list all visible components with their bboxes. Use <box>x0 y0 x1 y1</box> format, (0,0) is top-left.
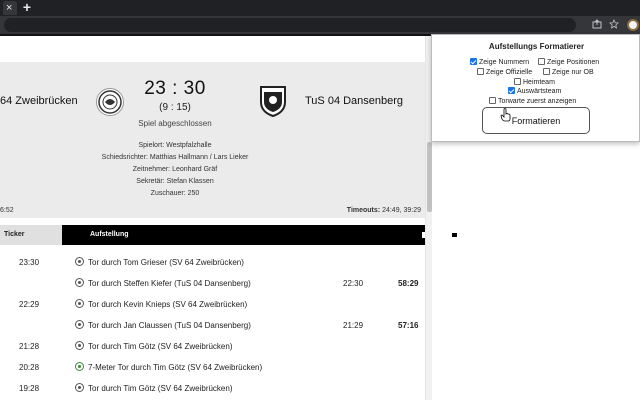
time-left: 6:52 <box>0 207 14 214</box>
option-label: Auswärtsteam <box>517 88 562 95</box>
ticker-text: Tor durch Tim Götz (SV 64 Zweibrücken) <box>88 384 233 393</box>
option-show-numbers[interactable]: Zeige Nummern <box>470 58 529 67</box>
ticker-text: Tor durch Tim Götz (SV 64 Zweibrücken) <box>88 342 233 351</box>
option-show-only-ob[interactable]: Zeige nur OB <box>543 68 594 77</box>
timeouts: Timeouts: 24:49, 39:29 <box>347 207 421 214</box>
ticker-match-time: 22:30 <box>343 279 364 288</box>
option-label: Zeige Nummern <box>479 59 530 66</box>
ticker-row: 19:28 Tor durch Tim Götz (SV 64 Zweibrück… <box>0 378 425 399</box>
scrollbar-thumb[interactable] <box>427 142 432 212</box>
ticker-time: 22:29 <box>19 300 40 309</box>
halftime-score: (9 : 15) <box>159 102 191 113</box>
popup-title: Aufstellungs Formatierer <box>488 42 585 51</box>
share-icon[interactable] <box>591 19 603 31</box>
ticker-time: 21:28 <box>19 342 40 351</box>
match-header: 64 Zweibrücken 23 : 30 (9 : 15) Spiel ab… <box>0 62 425 218</box>
ticker-row: Tor durch Steffen Kiefer (TuS 04 Dansenb… <box>0 273 425 294</box>
ticker-row: 22:29 Tor durch Kevin Knieps (SV 64 Zweib… <box>0 294 425 315</box>
penalty-icon <box>75 362 84 371</box>
info-referees: Schiedsrichter: Matthias Hallmann / Lars… <box>101 154 249 161</box>
star-icon[interactable] <box>608 18 620 31</box>
handball-icon <box>75 299 84 308</box>
home-team-logo <box>96 88 124 116</box>
ticker-row: 21:28 Tor durch Tim Götz (SV 64 Zweibrück… <box>0 336 425 357</box>
content-tabs: Ticker Aufstellung <box>0 225 458 245</box>
browser-tab[interactable]: × <box>3 1 17 15</box>
ticker-row: Tor durch Jan Claussen (TuS 04 Dansenber… <box>0 315 425 336</box>
checkbox-home-team[interactable] <box>514 78 521 85</box>
away-team-logo <box>258 84 288 118</box>
hand-cursor-icon <box>500 108 512 122</box>
checkbox-away-team[interactable] <box>508 87 515 94</box>
option-goalkeepers-first[interactable]: Torwarte zuerst anzeigen <box>489 97 576 106</box>
tab-close-icon[interactable]: × <box>6 1 12 15</box>
timeouts-value: 24:49, 39:29 <box>380 207 421 214</box>
address-bar[interactable] <box>4 18 576 32</box>
checkbox-show-positions[interactable] <box>538 58 545 65</box>
ticker-time: 19:28 <box>19 384 40 393</box>
ticker-time: 20:28 <box>19 363 40 372</box>
info-timekeeper: Zeitnehmer: Leonhard Gräf <box>132 166 218 173</box>
handball-icon <box>75 257 84 266</box>
new-tab-button[interactable]: + <box>20 0 34 15</box>
checkbox-show-officials[interactable] <box>477 68 484 75</box>
ticker-time: 23:30 <box>19 258 40 267</box>
home-team-name: 64 Zweibrücken <box>0 95 78 107</box>
handball-icon <box>75 341 84 350</box>
option-label: Torwarte zuerst anzeigen <box>498 98 577 105</box>
final-score: 23 : 30 <box>144 78 206 99</box>
ticker-row: 20:28 7-Meter Tor durch Tim Götz (SV 64 Z… <box>0 357 425 378</box>
tab-lineup[interactable]: Aufstellung <box>62 225 458 245</box>
handball-icon <box>75 320 84 329</box>
option-show-positions[interactable]: Zeige Positionen <box>538 58 599 67</box>
handball-icon <box>75 278 84 287</box>
formatter-popup: Aufstellungs Formatierer Zeige Nummern Z… <box>431 34 640 142</box>
option-label: Zeige Positionen <box>547 59 600 66</box>
ticker-text: Tor durch Jan Claussen (TuS 04 Dansenber… <box>88 321 251 330</box>
ticker-score: 58:29 <box>398 279 419 288</box>
checkbox-show-only-ob[interactable] <box>543 68 550 75</box>
option-label: Zeige Offizielle <box>486 69 533 76</box>
option-show-officials[interactable]: Zeige Offizielle <box>477 68 532 77</box>
ticker-text: Tor durch Steffen Kiefer (TuS 04 Dansenb… <box>88 279 251 288</box>
option-home-team[interactable]: Heimteam <box>514 78 555 87</box>
extension-icon[interactable] <box>627 19 639 31</box>
tab-lineup-label: Aufstellung <box>90 231 129 238</box>
option-label: Heimteam <box>523 79 555 86</box>
checkbox-show-numbers[interactable] <box>470 58 477 65</box>
ticker-text: Tor durch Tom Grieser (SV 64 Zweibrücken… <box>88 258 244 267</box>
option-away-team[interactable]: Auswärtsteam <box>508 87 561 96</box>
ticker-match-time: 21:29 <box>343 321 364 330</box>
ticker-score: 57:16 <box>398 321 419 330</box>
timeouts-label: Timeouts: <box>346 207 381 214</box>
tab-ticker[interactable]: Ticker <box>0 225 62 245</box>
checkbox-goalkeepers-first[interactable] <box>489 97 496 104</box>
browser-tabstrip: × + <box>0 0 640 16</box>
option-label: Zeige nur OB <box>552 69 594 76</box>
ticker-text: Tor durch Kevin Knieps (SV 64 Zweibrücke… <box>88 300 248 309</box>
ticker-row: 23:30 Tor durch Tom Grieser (SV 64 Zweibr… <box>0 252 425 273</box>
ticker-text: 7-Meter Tor durch Tim Götz (SV 64 Zweibr… <box>88 363 263 372</box>
info-secretary: Sekretär: Stefan Klassen <box>136 178 214 185</box>
info-venue: Spielort: Westpfalzhalle <box>138 142 212 149</box>
away-team-name: TuS 04 Dansenberg <box>305 95 404 107</box>
format-button[interactable]: Formatieren <box>482 107 590 134</box>
handball-icon <box>75 383 84 392</box>
browser-toolbar <box>0 16 640 34</box>
info-spectators: Zuschauer: 250 <box>150 190 200 197</box>
match-status: Spiel abgeschlossen <box>138 119 212 128</box>
